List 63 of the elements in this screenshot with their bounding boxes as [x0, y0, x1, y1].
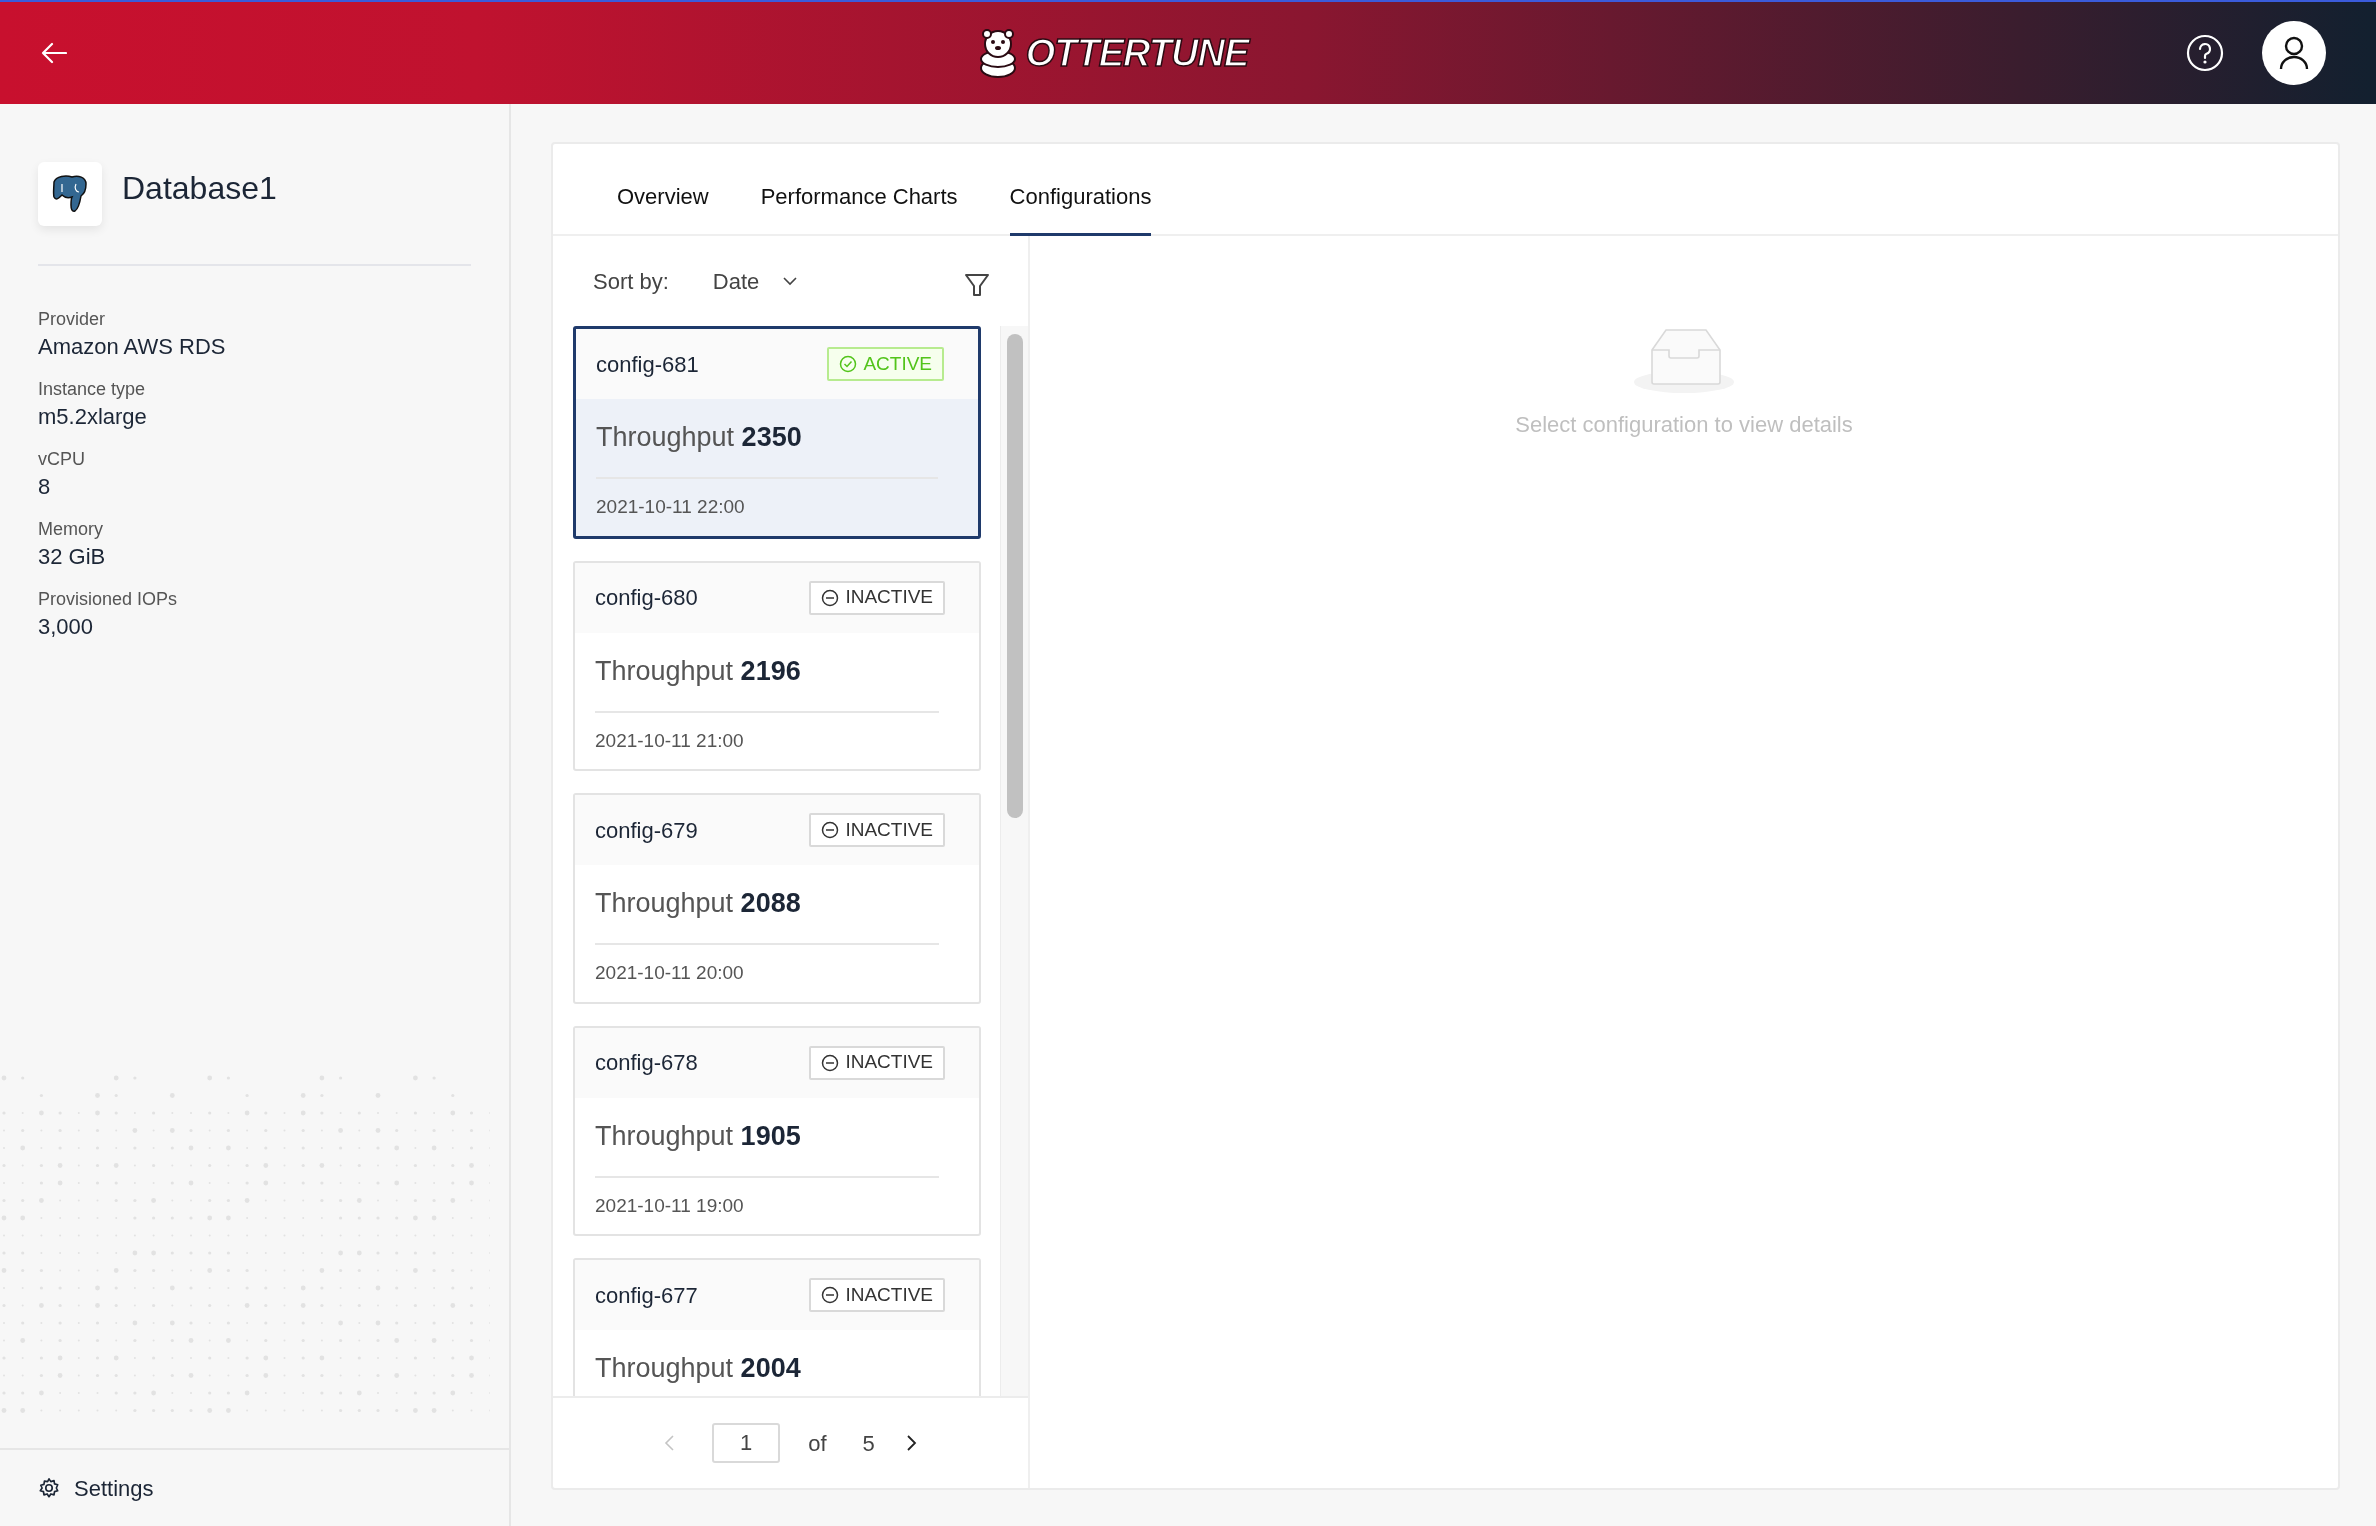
config-date: 2021-10-11 20:00 [595, 962, 744, 983]
detail-label: Instance type [38, 378, 146, 401]
config-card[interactable]: config-679 INACTIVE Throughput 2088 2021-10-11 20:00 [573, 793, 981, 1004]
config-name: config-678 [595, 1049, 698, 1077]
settings-icon [38, 1477, 60, 1499]
config-card[interactable]: config-680 INACTIVE Throughput 2196 2021-10-11 21:00 [573, 560, 981, 771]
minus-circle-icon [821, 821, 840, 839]
detail-label: vCPU [38, 448, 85, 471]
check-circle-icon [839, 355, 858, 373]
config-name: config-679 [595, 816, 698, 845]
detail-label: Provisioned IOPs [38, 588, 178, 611]
chevron-right-icon [906, 1435, 917, 1451]
status-badge: INACTIVE [809, 1278, 945, 1312]
logo-text: OTTERTUNE [1025, 30, 1249, 76]
minus-circle-icon [821, 588, 840, 607]
throughput-text: Throughput 2196 [595, 650, 939, 713]
config-date: 2021-10-11 19:00 [595, 1194, 744, 1216]
minus-circle-icon [821, 1053, 840, 1072]
status-badge: ACTIVE [827, 347, 944, 381]
config-card[interactable]: config-677 INACTIVE Throughput 2004 [573, 1258, 981, 1396]
detail-value: 8 [38, 473, 51, 501]
chevron-left-icon [664, 1435, 675, 1451]
detail-label: Provider [38, 308, 106, 331]
minus-circle-icon [821, 1286, 840, 1304]
back-arrow-icon [41, 42, 67, 64]
page-number-field[interactable]: 1 [712, 1423, 781, 1463]
tab[interactable]: Overview [617, 180, 709, 236]
status-badge: INACTIVE [809, 580, 945, 615]
scrollbar-thumb[interactable] [1006, 334, 1023, 818]
help-button[interactable] [2186, 34, 2224, 72]
database-title: Database1 [122, 169, 277, 208]
status-badge: INACTIVE [809, 813, 945, 847]
detail-value: Amazon AWS RDS [38, 333, 226, 361]
throughput-text: Throughput 2088 [595, 883, 939, 945]
status-badge: INACTIVE [809, 1045, 945, 1080]
filter-button[interactable] [964, 273, 990, 297]
tab[interactable]: Performance Charts [760, 180, 958, 236]
config-name: config-677 [595, 1281, 698, 1310]
config-date: 2021-10-11 21:00 [595, 729, 744, 751]
config-date: 2021-10-11 22:00 [596, 496, 745, 517]
config-card[interactable]: config-681 ACTIVE Throughput 2350 2021-10-11 22:00 [573, 326, 981, 539]
empty-state-message: Select configuration to view details [1515, 411, 1853, 439]
filter-icon [964, 273, 990, 297]
detail-label: Memory [38, 518, 103, 541]
detail-value: m5.2xlarge [38, 403, 147, 431]
detail-value: 3,000 [38, 613, 94, 641]
tab[interactable]: Configurations [1009, 180, 1152, 236]
page-of-label: of [808, 1429, 827, 1458]
sort-dropdown[interactable]: Date [712, 264, 798, 298]
throughput-text: Throughput 2004 [595, 1348, 939, 1396]
empty-inbox-icon [1632, 328, 1736, 394]
detail-value: 32 GiB [38, 543, 106, 571]
page-total: 5 [862, 1429, 875, 1458]
config-name: config-680 [595, 584, 698, 612]
sort-label: Sort by: [593, 267, 669, 296]
throughput-text: Throughput 2350 [596, 417, 938, 479]
config-card[interactable]: config-678 INACTIVE Throughput 1905 2021-10-11 19:00 [573, 1025, 981, 1236]
chevron-down-icon [783, 276, 798, 286]
help-icon [2186, 34, 2224, 72]
throughput-text: Throughput 1905 [595, 1115, 939, 1178]
config-name: config-681 [596, 350, 699, 379]
settings-link[interactable]: Settings [38, 1471, 154, 1505]
user-icon [2279, 36, 2309, 70]
